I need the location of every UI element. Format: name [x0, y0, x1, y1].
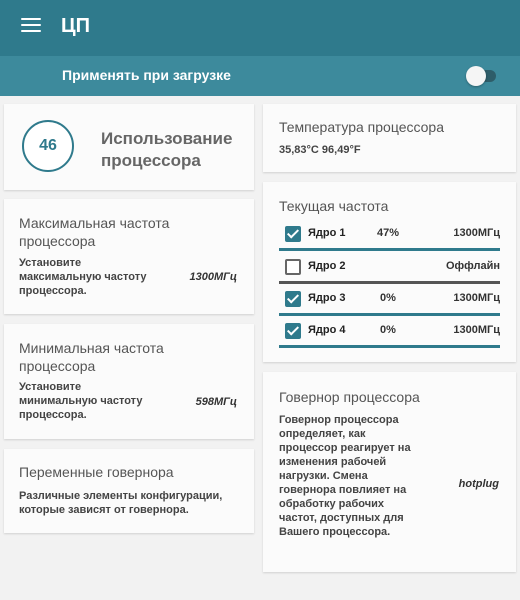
- max-freq-card[interactable]: Максимальная частота процессора Установи…: [4, 199, 254, 314]
- temperature-title: Температура процессора: [279, 119, 444, 135]
- app-bar: ЦП: [0, 0, 520, 56]
- governor-desc: Говернор процессора определяет, как проц…: [279, 414, 411, 538]
- cpu-usage-title: Использование процессора: [101, 129, 233, 170]
- apply-on-boot-label: Применять при загрузке: [62, 67, 231, 83]
- core-4-checkbox[interactable]: [285, 323, 301, 339]
- governor-vars-desc: Различные элементы конфигурации, которые…: [19, 490, 223, 516]
- switch-thumb: [466, 66, 486, 86]
- current-freq-title: Текущая частота: [279, 198, 389, 214]
- core-1-name: Ядро 1: [308, 227, 346, 239]
- cpu-usage-value: 46: [39, 137, 57, 154]
- core-3-checkbox[interactable]: [285, 291, 301, 307]
- apply-on-boot-switch[interactable]: [466, 66, 496, 86]
- core-row-4: Ядро 4 0% 1300МГц: [263, 317, 516, 348]
- apply-on-boot-bar: Применять при загрузке: [0, 56, 520, 96]
- cpu-usage-gauge: 46: [22, 120, 74, 172]
- governor-value: hotplug: [458, 478, 499, 490]
- core-3-bar: [279, 313, 500, 316]
- governor-title: Говернор процессора: [279, 389, 420, 405]
- governor-vars-title: Переменные говернора: [19, 464, 174, 480]
- max-freq-title: Максимальная частота процессора: [19, 215, 170, 249]
- core-row-1: Ядро 1 47% 1300МГц: [263, 220, 516, 251]
- max-freq-desc: Установите максимальную частоту процессо…: [19, 257, 147, 297]
- core-2-checkbox[interactable]: [285, 259, 301, 275]
- min-freq-value: 598МГц: [195, 396, 237, 408]
- core-4-bar: [279, 345, 500, 348]
- page-title: ЦП: [61, 15, 90, 37]
- governor-card[interactable]: Говернор процессора Говернор процессора …: [263, 372, 516, 572]
- core-3-name: Ядро 3: [308, 292, 346, 304]
- core-4-freq: 1300МГц: [453, 324, 500, 336]
- core-2-bar: [279, 281, 500, 284]
- core-1-freq: 1300МГц: [453, 227, 500, 239]
- min-freq-title: Минимальная частота процессора: [19, 340, 164, 374]
- governor-vars-card[interactable]: Переменные говернора Различные элементы …: [4, 449, 254, 533]
- core-1-checkbox[interactable]: [285, 226, 301, 242]
- temperature-value: 35,83°C 96,49°F: [279, 144, 361, 156]
- core-4-load: 0%: [380, 324, 396, 336]
- core-row-3: Ядро 3 0% 1300МГц: [263, 285, 516, 316]
- core-2-freq: Оффлайн: [445, 260, 500, 272]
- min-freq-desc: Установите минимальную частоту процессор…: [19, 381, 143, 421]
- core-2-name: Ядро 2: [308, 260, 346, 272]
- menu-icon[interactable]: [21, 18, 41, 38]
- temperature-card: Температура процессора 35,83°C 96,49°F: [263, 104, 516, 172]
- core-3-freq: 1300МГц: [453, 292, 500, 304]
- core-3-load: 0%: [380, 292, 396, 304]
- core-4-name: Ядро 4: [308, 324, 346, 336]
- core-1-bar: [279, 248, 500, 251]
- core-1-load: 47%: [376, 227, 400, 239]
- min-freq-card[interactable]: Минимальная частота процессора Установит…: [4, 324, 254, 439]
- max-freq-value: 1300МГц: [189, 271, 238, 283]
- core-row-2: Ядро 2 Оффлайн: [263, 253, 516, 284]
